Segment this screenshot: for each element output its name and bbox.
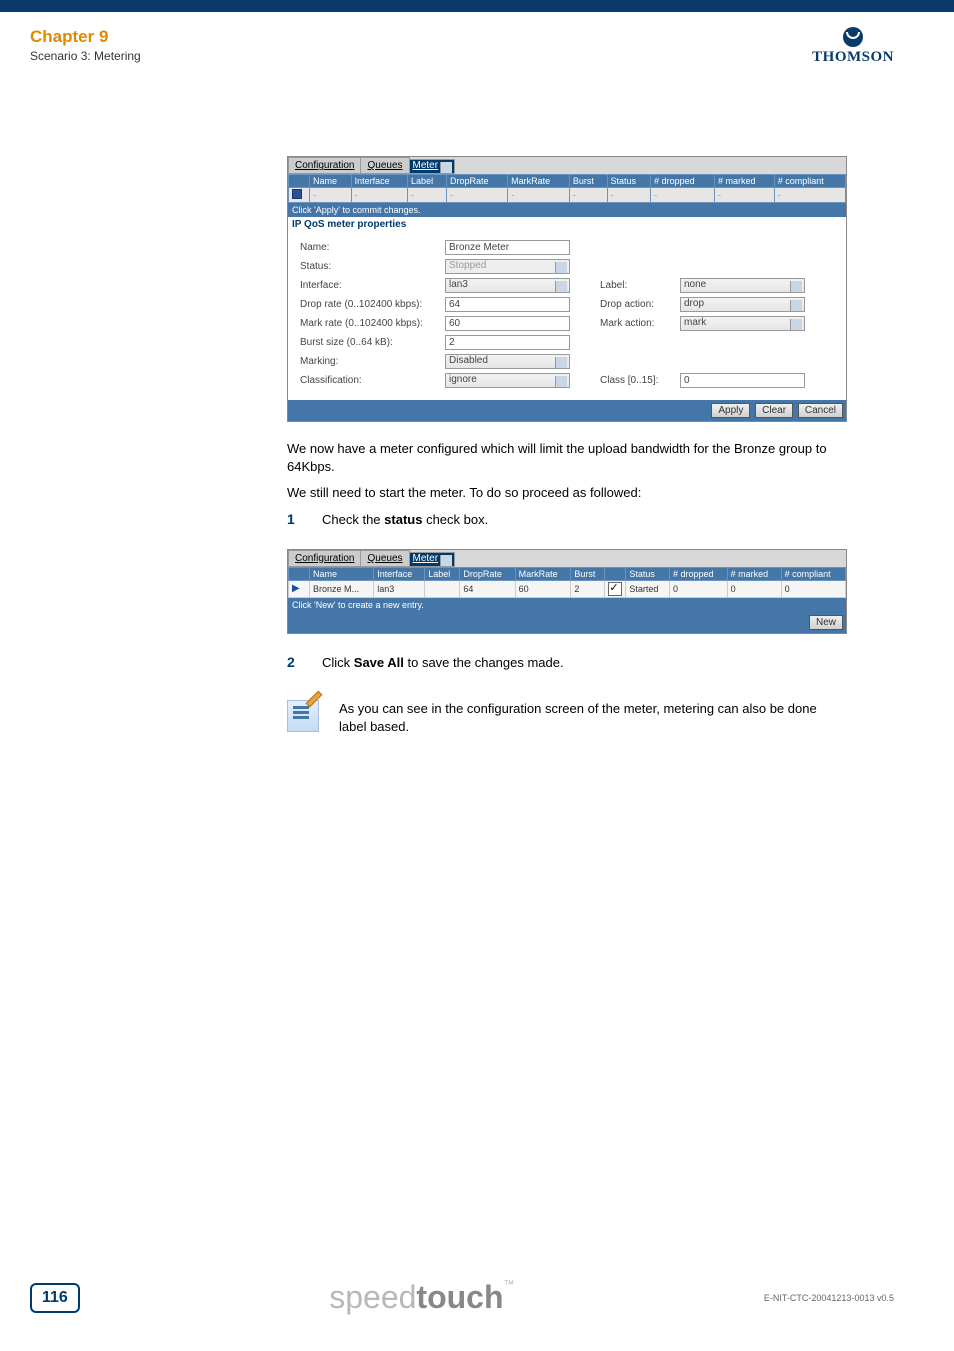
button-row-2: New [288, 612, 846, 633]
col-marked-2: # marked [727, 567, 781, 580]
col-burst-2: Burst [571, 567, 605, 580]
page-footer: 116 speedtouch™ E-NIT-CTC-20041213-0013 … [30, 1279, 894, 1316]
properties-heading: IP QoS meter properties [288, 217, 846, 232]
status-checkbox[interactable] [608, 582, 622, 596]
chapter-title: Chapter 9 [30, 27, 141, 47]
meter-table: Name Interface Label DropRate MarkRate B… [288, 174, 846, 203]
col-label: Label [408, 175, 447, 188]
tab-configuration[interactable]: Configuration [288, 157, 361, 174]
tab-queues-2[interactable]: Queues [360, 550, 409, 567]
marking-select[interactable]: Disabled [445, 354, 570, 369]
col-dropped: # dropped [651, 175, 715, 188]
class-input[interactable]: 0 [680, 373, 805, 388]
meter-list-screenshot: ConfigurationQueuesMeter Name Interface … [287, 549, 847, 634]
thomson-icon [843, 27, 863, 47]
status-label: Status: [300, 261, 445, 272]
page-number: 116 [30, 1283, 80, 1313]
tab-bar: ConfigurationQueuesMeter [288, 157, 846, 174]
col-droprate: DropRate [447, 175, 508, 188]
step-text: Check the status check box. [322, 511, 847, 529]
thomson-logo: THOMSON [812, 27, 894, 66]
meter-table-2: Name Interface Label DropRate MarkRate B… [288, 567, 846, 598]
table-row: - - - - - - - - - - [289, 188, 846, 203]
col-marked: # marked [714, 175, 774, 188]
col-markrate-2: MarkRate [515, 567, 571, 580]
paragraph-2: We still need to start the meter. To do … [287, 484, 847, 502]
step-1: 1 Check the status check box. [287, 511, 847, 529]
col-interface: Interface [351, 175, 407, 188]
button-row: Apply Clear Cancel [288, 400, 846, 421]
note-icon [287, 700, 319, 732]
col-burst: Burst [569, 175, 607, 188]
col-name: Name [310, 175, 352, 188]
chapter-block: Chapter 9 Scenario 3: Metering [30, 27, 141, 63]
label-select[interactable]: none [680, 278, 805, 293]
tab-meter[interactable]: Meter [409, 159, 456, 174]
col-compliant: # compliant [774, 175, 845, 188]
interface-select[interactable]: lan3 [445, 278, 570, 293]
burst-label: Burst size (0..64 kB): [300, 337, 445, 348]
col-markrate: MarkRate [508, 175, 570, 188]
name-input[interactable]: Bronze Meter [445, 240, 570, 255]
markrate-label: Mark rate (0..102400 kbps): [300, 318, 445, 329]
paragraph-1: We now have a meter configured which wil… [287, 440, 847, 476]
stop-icon [292, 189, 302, 199]
markaction-select[interactable]: mark [680, 316, 805, 331]
tab-bar-2: ConfigurationQueuesMeter [288, 550, 846, 567]
brand-logo: speedtouch™ [329, 1279, 514, 1316]
meter-config-screenshot: ConfigurationQueuesMeter Name Interface … [287, 156, 847, 422]
dropaction-label: Drop action: [600, 299, 680, 310]
table-row[interactable]: ▶ Bronze M... lan3 64 60 2 Started 0 0 0 [289, 580, 846, 597]
classification-label: Classification: [300, 375, 445, 386]
label-label: Label: [600, 280, 680, 291]
note-block: As you can see in the configuration scre… [287, 700, 847, 736]
tab-meter-2[interactable]: Meter [409, 552, 456, 567]
interface-label: Interface: [300, 280, 445, 291]
tab-queues[interactable]: Queues [360, 157, 409, 174]
row-arrow-icon: ▶ [292, 583, 300, 594]
col-interface-2: Interface [374, 567, 425, 580]
col-dropped-2: # dropped [670, 567, 728, 580]
markrate-input[interactable]: 60 [445, 316, 570, 331]
new-button[interactable]: New [809, 615, 843, 630]
commit-hint: Click 'Apply' to commit changes. [288, 203, 846, 217]
col-status: Status [607, 175, 651, 188]
markaction-label: Mark action: [600, 318, 680, 329]
note-text: As you can see in the configuration scre… [339, 700, 847, 736]
marking-label: Marking: [300, 356, 445, 367]
class-label: Class [0..15]: [600, 375, 680, 386]
apply-button[interactable]: Apply [711, 403, 750, 418]
cancel-button[interactable]: Cancel [798, 403, 843, 418]
col-droprate-2: DropRate [460, 567, 515, 580]
step-2: 2 Click Save All to save the changes mad… [287, 654, 847, 672]
name-label: Name: [300, 242, 445, 253]
burst-input[interactable]: 2 [445, 335, 570, 350]
dropaction-select[interactable]: drop [680, 297, 805, 312]
thomson-text: THOMSON [812, 49, 894, 66]
col-compliant-2: # compliant [781, 567, 845, 580]
clear-button[interactable]: Clear [755, 403, 793, 418]
step-text: Click Save All to save the changes made. [322, 654, 847, 672]
step-number: 1 [287, 511, 322, 529]
status-select[interactable]: Stopped [445, 259, 570, 274]
classification-select[interactable]: ignore [445, 373, 570, 388]
properties-form: Name: Bronze Meter Status: Stopped Inter… [288, 232, 846, 400]
step-number: 2 [287, 654, 322, 672]
col-status-2: Status [626, 567, 670, 580]
new-hint: Click 'New' to create a new entry. [288, 598, 846, 612]
droprate-label: Drop rate (0..102400 kbps): [300, 299, 445, 310]
droprate-input[interactable]: 64 [445, 297, 570, 312]
top-accent-bar [0, 0, 954, 12]
col-name-2: Name [310, 567, 374, 580]
tab-configuration-2[interactable]: Configuration [288, 550, 361, 567]
document-id: E-NIT-CTC-20041213-0013 v0.5 [764, 1293, 894, 1303]
scenario-subtitle: Scenario 3: Metering [30, 49, 141, 63]
col-label-2: Label [425, 567, 460, 580]
